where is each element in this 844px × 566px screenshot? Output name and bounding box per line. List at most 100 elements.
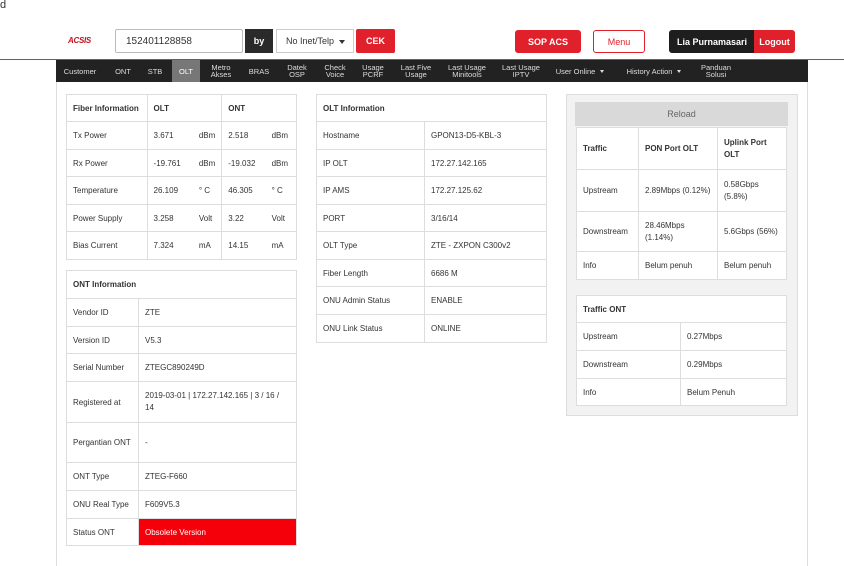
olt-row-value: 6686 M	[424, 259, 547, 287]
traffic-ont-label: Info	[576, 378, 681, 406]
nav-history-action[interactable]: History Action	[618, 60, 690, 82]
olt-row-label: IP AMS	[316, 176, 425, 205]
user-name-button[interactable]: Lia Purnamasari	[669, 30, 755, 53]
sop-acs-button[interactable]: SOP ACS	[515, 30, 581, 53]
fiber-ont-value: 3.22	[221, 204, 270, 232]
main-navbar: Customer ONT STB OLT Metro Akses BRAS Da…	[56, 60, 808, 82]
ont-row-label: Registered at	[66, 381, 139, 423]
table-row: Downstream 0.29Mbps	[576, 350, 787, 379]
nav-ont[interactable]: ONT	[106, 60, 140, 82]
search-type-value: No Inet/Telp	[286, 36, 335, 46]
fiber-ont-value: 46.305	[221, 176, 270, 205]
ont-row-label: Serial Number	[66, 353, 139, 382]
fiber-col-ont: ONT	[221, 94, 297, 122]
olt-row-label: ONU Link Status	[316, 314, 425, 343]
fiber-olt-unit: dBm	[196, 149, 223, 177]
olt-row-value: 172.27.142.165	[424, 149, 547, 177]
fiber-ont-value: 2.518	[221, 121, 270, 150]
traffic-col-pon: PON Port OLT	[638, 127, 718, 170]
traffic-pon-value: 28.46Mbps (1.14%)	[638, 211, 718, 252]
olt-information-table: OLT Information Hostname GPON13-D5-KBL-3…	[316, 94, 547, 343]
traffic-col-label: Traffic	[576, 127, 639, 170]
nav-metro-line2: Akses	[210, 70, 232, 79]
fiber-row-label: Power Supply	[66, 204, 148, 232]
table-row: ONT Type ZTEG-F660	[66, 462, 297, 491]
table-row: Info Belum Penuh	[576, 378, 787, 406]
search-input[interactable]	[115, 29, 243, 53]
acsis-logo[interactable]: ACSIS	[68, 36, 91, 45]
traffic-uplink-value: Belum penuh	[717, 251, 787, 280]
olt-row-label: ONU Admin Status	[316, 286, 425, 315]
nav-bras[interactable]: BRAS	[242, 60, 276, 82]
fiber-olt-unit: mA	[196, 231, 223, 260]
traffic-pon-value: 2.89Mbps (0.12%)	[638, 169, 718, 212]
ont-row-label: ONT Type	[66, 462, 139, 491]
ont-row-label: Status ONT	[66, 518, 139, 546]
nav-last-usage-iptv[interactable]: Last Usage IPTV	[498, 60, 544, 82]
nav-olt[interactable]: OLT	[172, 60, 200, 82]
ont-row-value: ZTEGC890249D	[138, 353, 297, 382]
logout-button[interactable]: Logout	[754, 30, 795, 53]
traffic-ont-title: Traffic ONT	[576, 295, 787, 323]
menu-button[interactable]: Menu	[593, 30, 645, 53]
nav-user-online[interactable]: User Online	[550, 60, 610, 82]
fiber-olt-value: 3.258	[146, 204, 197, 232]
nav-check-voice[interactable]: Check Voice	[318, 60, 352, 82]
nav-last-five-usage[interactable]: Last Five Usage	[394, 60, 438, 82]
cek-button[interactable]: CEK	[356, 29, 395, 53]
search-type-select[interactable]: No Inet/Telp	[276, 29, 354, 53]
table-row: PORT 3/16/14	[316, 204, 547, 232]
traffic-uplink-value: 5.6Gbps (56%)	[717, 211, 787, 252]
traffic-col-uplink: Uplink Port OLT	[717, 127, 787, 170]
nav-lastiptv-line2: IPTV	[512, 70, 530, 79]
table-row: ONU Link Status ONLINE	[316, 314, 547, 343]
table-row: Fiber Length 6686 M	[316, 259, 547, 287]
ont-row-value: ZTE	[138, 298, 297, 327]
fiber-olt-value: -19.761	[146, 149, 197, 177]
nav-user-online-label: User Online	[555, 66, 596, 76]
fiber-olt-unit: Volt	[196, 204, 223, 232]
table-row: Info Belum penuh Belum penuh	[576, 251, 787, 280]
ont-info-title: ONT Information	[66, 270, 297, 299]
nav-metro-akses[interactable]: Metro Akses	[204, 60, 238, 82]
chevron-down-icon	[600, 69, 605, 73]
nav-lastmini-line2: Minitools	[452, 70, 482, 79]
nav-panduan-solusi[interactable]: Panduan Solusi	[694, 60, 738, 82]
nav-customer[interactable]: Customer	[56, 60, 104, 82]
ont-row-label: ONU Real Type	[66, 490, 139, 519]
ont-row-value: -	[138, 422, 297, 463]
olt-info-title: OLT Information	[316, 94, 547, 122]
ont-row-label: Version ID	[66, 326, 139, 354]
nav-usage-pcrf[interactable]: Usage PCRF	[354, 60, 392, 82]
table-row: ONU Real Type F609V5.3	[66, 490, 297, 519]
fiber-row-label: Rx Power	[66, 149, 148, 177]
traffic-ont-label: Downstream	[576, 350, 681, 379]
ont-information-table: ONT Information Vendor ID ZTE Version ID…	[66, 270, 297, 546]
fiber-ont-value: -19.032	[221, 149, 270, 177]
fiber-olt-value: 3.671	[146, 121, 197, 150]
fiber-olt-unit: dBm	[196, 121, 223, 150]
olt-row-value: GPON13-D5-KBL-3	[424, 121, 547, 150]
by-label-button[interactable]: by	[245, 29, 273, 53]
table-row: Upstream 0.27Mbps	[576, 322, 787, 351]
fiber-olt-unit: ° C	[196, 176, 223, 205]
traffic-ont-value: Belum Penuh	[680, 378, 787, 406]
fiber-ont-unit: mA	[269, 231, 297, 260]
nav-history-label: History Action	[626, 66, 673, 76]
nav-stb-label: STB	[147, 66, 163, 76]
nav-olt-label: OLT	[178, 66, 194, 76]
traffic-table: Traffic PON Port OLT Uplink Port OLT Ups…	[576, 127, 787, 280]
corner-glyph: d	[0, 0, 7, 11]
nav-stb[interactable]: STB	[141, 60, 169, 82]
traffic-uplink-value: 0.58Gbps (5.8%)	[717, 169, 787, 212]
fiber-olt-value: 7.324	[146, 231, 197, 260]
nav-datek-osp[interactable]: Datek OSP	[278, 60, 316, 82]
nav-last-usage-minitools[interactable]: Last Usage Minitools	[444, 60, 490, 82]
nav-lastfive-line2: Usage	[405, 70, 427, 79]
table-row: Version ID V5.3	[66, 326, 297, 354]
table-row: Upstream 2.89Mbps (0.12%) 0.58Gbps (5.8%…	[576, 169, 787, 212]
traffic-ont-table: Traffic ONT Upstream 0.27Mbps Downstream…	[576, 295, 787, 406]
fiber-col-title: Fiber Information	[66, 94, 148, 122]
reload-button[interactable]: Reload	[575, 102, 788, 126]
fiber-information-table: Fiber Information OLT ONT Tx Power 3.671…	[66, 94, 297, 260]
